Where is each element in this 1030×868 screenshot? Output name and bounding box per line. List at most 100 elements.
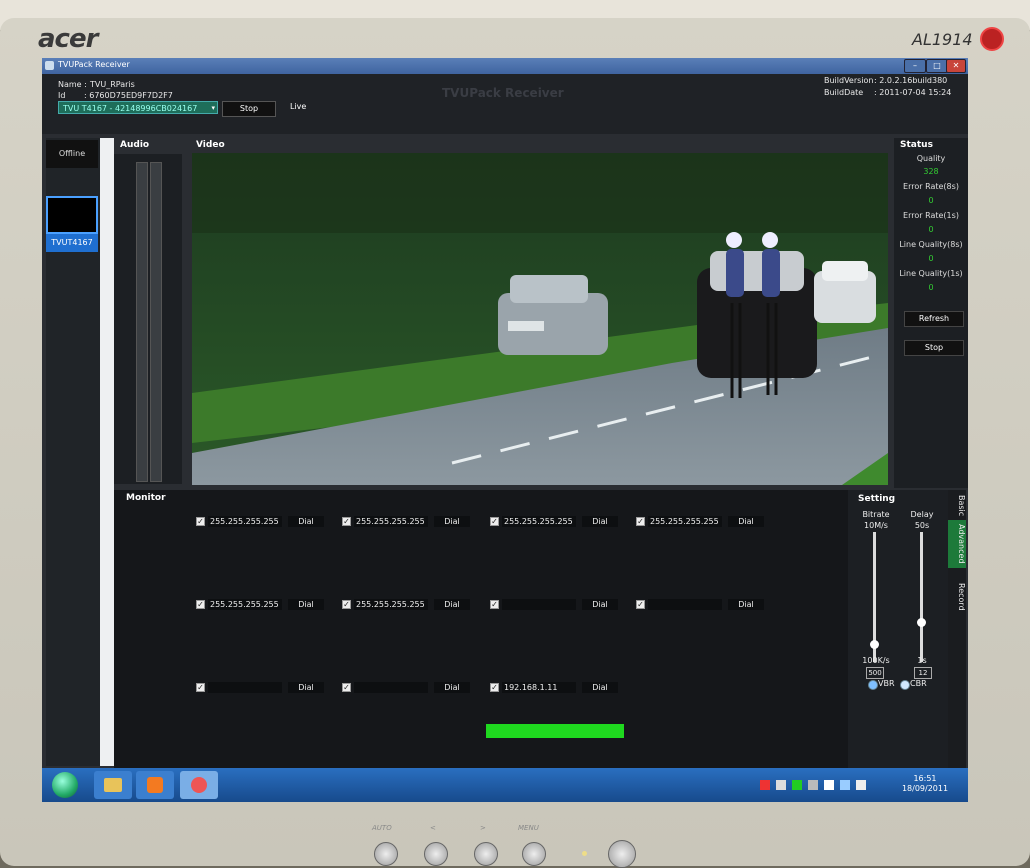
build-date-label: BuildDate: [824, 88, 864, 97]
link-checkbox[interactable]: ✓: [342, 517, 351, 526]
status-stop-button[interactable]: Stop: [904, 340, 964, 356]
error-rate-1s-value: 0: [928, 225, 934, 234]
build-date-value: : 2011-07-04 15:24: [874, 88, 952, 97]
setting-header: Setting: [858, 494, 896, 504]
bitrate-label: Bitrate: [862, 510, 890, 519]
line-quality-8s-label: Line Quality(8s): [899, 240, 963, 249]
dial-button[interactable]: Dial: [434, 682, 470, 693]
monitor-link-cell: ✓ Dial: [636, 599, 776, 611]
clock-time: 16:51: [913, 774, 937, 783]
refresh-button[interactable]: Refresh: [904, 311, 964, 327]
monitor-link-cell: ✓ 255.255.255.255 Dial: [196, 599, 336, 611]
dial-button[interactable]: Dial: [728, 599, 764, 610]
monitor-link-cell: ✓ 255.255.255.255 Dial: [342, 516, 482, 528]
dial-button[interactable]: Dial: [288, 516, 324, 527]
front-label-left: <: [430, 824, 436, 832]
paper-text: [4, 0, 6, 8]
vbr-radio[interactable]: [868, 680, 878, 690]
offline-button[interactable]: Offline: [46, 140, 98, 168]
dial-button[interactable]: Dial: [582, 682, 618, 693]
link-ip-address: [648, 599, 722, 610]
link-checkbox[interactable]: ✓: [196, 683, 205, 692]
bitrate-max: 10M/s: [864, 521, 888, 530]
delay-slider-handle[interactable]: [917, 618, 926, 627]
monitor-link-cell: ✓ Dial: [342, 682, 482, 694]
quality-label: Quality: [916, 154, 946, 163]
tvupack-icon[interactable]: [180, 771, 218, 799]
monitor-link-cell: ✓ Dial: [196, 682, 336, 694]
dial-button[interactable]: Dial: [434, 516, 470, 527]
tray-flag-icon[interactable]: [824, 780, 834, 790]
build-version-value: : 2.0.2.16build380: [874, 76, 948, 85]
maximize-button[interactable]: □: [926, 59, 948, 73]
dial-button[interactable]: Dial: [582, 599, 618, 610]
error-rate-8s-label: Error Rate(8s): [903, 182, 959, 191]
link-checkbox[interactable]: ✓: [490, 600, 499, 609]
dial-button[interactable]: Dial: [582, 516, 618, 527]
link-checkbox[interactable]: ✓: [490, 517, 499, 526]
front-label-menu: MENU: [518, 824, 539, 832]
id-label: Id: [58, 91, 66, 100]
device-select[interactable]: TVU T4167 - 42148996CB024167 ▾: [58, 101, 218, 114]
right-button[interactable]: [474, 842, 498, 866]
stop-button[interactable]: Stop: [222, 101, 276, 117]
tray-security-icon[interactable]: [760, 780, 770, 790]
device-label[interactable]: TVUT4167: [46, 234, 98, 252]
front-label-auto: AUTO: [372, 824, 392, 832]
screen: TVUPack Receiver – □ ✕ Name : TVU_RParis…: [42, 58, 968, 802]
tab-basic[interactable]: Basic: [948, 494, 966, 518]
link-ip-address: 255.255.255.255: [354, 516, 428, 527]
cbr-radio[interactable]: [900, 680, 910, 690]
delay-value[interactable]: 12: [914, 667, 932, 679]
link-checkbox[interactable]: ✓: [342, 600, 351, 609]
tray-volume-icon[interactable]: [856, 780, 866, 790]
taskbar-clock[interactable]: 16:51 18/09/2011: [900, 774, 950, 794]
media-player-icon[interactable]: [136, 771, 174, 799]
explorer-icon[interactable]: [94, 771, 132, 799]
dial-button[interactable]: Dial: [728, 516, 764, 527]
dial-button[interactable]: Dial: [288, 682, 324, 693]
power-led: [582, 851, 587, 856]
device-thumbnail[interactable]: [46, 196, 98, 234]
link-ip-address: [354, 682, 428, 693]
setting-panel: [848, 490, 948, 768]
video-header: Video: [196, 140, 225, 150]
dial-button[interactable]: Dial: [434, 599, 470, 610]
auto-button[interactable]: [374, 842, 398, 866]
tray-app-icon[interactable]: [792, 780, 802, 790]
minimize-button[interactable]: –: [904, 59, 926, 73]
link-checkbox[interactable]: ✓: [196, 517, 205, 526]
white-car: [814, 261, 876, 323]
tray-network-icon[interactable]: [808, 780, 818, 790]
delay-slider[interactable]: [920, 532, 923, 662]
link-checkbox[interactable]: ✓: [196, 600, 205, 609]
scrollbar[interactable]: [100, 138, 114, 766]
audio-panel: [114, 154, 182, 484]
bitrate-slider-handle[interactable]: [870, 640, 879, 649]
dial-button[interactable]: Dial: [288, 599, 324, 610]
tab-advanced[interactable]: Advanced: [948, 520, 966, 568]
left-button[interactable]: [424, 842, 448, 866]
video-frame: [192, 153, 888, 485]
line-quality-8s-value: 0: [928, 254, 934, 263]
link-checkbox[interactable]: ✓: [490, 683, 499, 692]
monitor-link-cell: ✓ 255.255.255.255 Dial: [636, 516, 776, 528]
link-ip-address: 255.255.255.255: [354, 599, 428, 610]
monitor-panel: [114, 490, 848, 768]
line-quality-1s-label: Line Quality(1s): [899, 269, 963, 278]
close-button[interactable]: ✕: [946, 59, 966, 73]
tray-arrow-icon[interactable]: [776, 780, 786, 790]
tray-monitor-icon[interactable]: [840, 780, 850, 790]
link-checkbox[interactable]: ✓: [342, 683, 351, 692]
link-checkbox[interactable]: ✓: [636, 517, 645, 526]
tab-record[interactable]: Record: [948, 578, 966, 616]
monitor-header: Monitor: [126, 493, 166, 503]
window-title: TVUPack Receiver: [58, 60, 130, 69]
windows-start-icon[interactable]: [52, 772, 78, 798]
power-button[interactable]: [608, 840, 636, 868]
menu-button[interactable]: [522, 842, 546, 866]
monitor-brand: acer: [38, 24, 98, 54]
link-checkbox[interactable]: ✓: [636, 600, 645, 609]
app-title: TVUPack Receiver: [442, 86, 564, 100]
bitrate-value[interactable]: 500: [866, 667, 884, 679]
